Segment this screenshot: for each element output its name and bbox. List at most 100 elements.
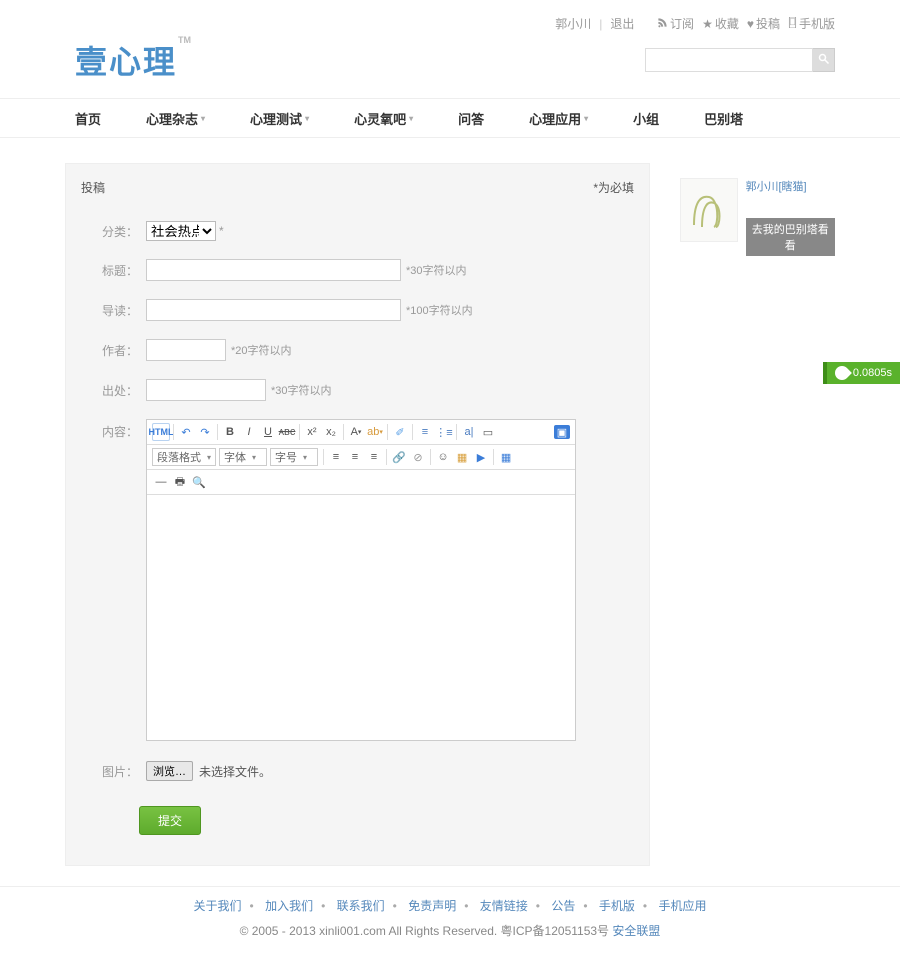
subscript-button[interactable]: x₂ — [322, 423, 340, 441]
browse-file-button[interactable]: 浏览… — [146, 761, 193, 781]
emoticon-button[interactable]: ☺ — [434, 448, 452, 466]
nav-test[interactable]: 心理测试▾ — [250, 109, 309, 128]
unordered-list-button[interactable]: ⋮≡ — [435, 423, 453, 441]
star-icon: ★ — [702, 17, 713, 31]
mobile-label: 手机版 — [799, 15, 835, 32]
unlink-button[interactable]: ⊘ — [409, 448, 427, 466]
favorite-link[interactable]: ★收藏 — [702, 15, 739, 32]
remove-format-button[interactable]: ✐ — [391, 423, 409, 441]
ordered-list-button[interactable]: ≡ — [416, 423, 434, 441]
author-label: 作者： — [101, 342, 146, 359]
chevron-down-icon: ▾ — [305, 114, 309, 123]
headline-hint: *30字符以内 — [406, 262, 467, 278]
video-button[interactable]: ▶ — [472, 448, 490, 466]
nav-apps[interactable]: 心理应用▾ — [529, 109, 588, 128]
nav-babel[interactable]: 巴别塔 — [704, 109, 743, 128]
toolbar-divider — [430, 449, 431, 465]
security-link[interactable]: 安全联盟 — [612, 924, 660, 938]
editor-toolbar-1: HTML ↶ ↷ B I U ᴀʙᴄ x² x₂ A▾ ab▾ ✐ — [147, 420, 575, 445]
link-button[interactable]: 🔗 — [390, 448, 408, 466]
user-card: 郭小川[瞎猫] 去我的巴别塔看看 — [680, 178, 835, 256]
submit-button[interactable]: 提交 — [139, 806, 201, 835]
nav-oxygen[interactable]: 心灵氧吧▾ — [354, 109, 413, 128]
image-button[interactable]: ▦ — [453, 448, 471, 466]
top-bar: 郭小川 | 退出 订阅 ★收藏 ♥投稿 手机版 — [0, 0, 900, 32]
footer-links: 关于我们• 加入我们• 联系我们• 免责声明• 友情链接• 公告• 手机版• 手… — [0, 897, 900, 914]
page-break-button[interactable]: ▭ — [479, 423, 497, 441]
headline-input[interactable] — [146, 259, 401, 281]
footer-friendlinks[interactable]: 友情链接 — [480, 899, 528, 913]
separator: | — [599, 17, 602, 31]
hr-button[interactable]: — — [152, 473, 170, 491]
submission-form-panel: 投稿 *为必填 分类： 社会热点 * 标题： *30字符以内 导读： *100字… — [65, 163, 650, 866]
site-logo[interactable]: 壹心理TM — [75, 37, 177, 83]
toolbar-divider — [217, 424, 218, 440]
leaf-icon — [832, 363, 852, 383]
toolbar-divider — [386, 449, 387, 465]
footer-notice[interactable]: 公告 — [551, 899, 575, 913]
font-color-button[interactable]: A▾ — [347, 423, 365, 441]
nav-magazine-label: 心理杂志 — [146, 109, 198, 128]
contribute-link[interactable]: ♥投稿 — [747, 15, 780, 32]
sidebar-username-link[interactable]: 郭小川[瞎猫] — [746, 181, 807, 193]
redo-button[interactable]: ↷ — [196, 423, 214, 441]
toolbar-divider — [299, 424, 300, 440]
nav-group[interactable]: 小组 — [633, 109, 659, 128]
logo-text: 壹心理 — [75, 44, 177, 80]
source-input[interactable] — [146, 379, 266, 401]
preview-button[interactable]: 🔍 — [190, 473, 208, 491]
profile-button[interactable]: 去我的巴别塔看看 — [746, 218, 836, 256]
mobile-link[interactable]: 手机版 — [788, 15, 835, 32]
toolbar-divider — [493, 449, 494, 465]
file-status: 未选择文件。 — [199, 763, 271, 780]
content-label: 内容： — [101, 419, 146, 741]
contribute-label: 投稿 — [756, 15, 780, 32]
category-select[interactable]: 社会热点 — [146, 221, 216, 241]
html-source-button[interactable]: HTML — [152, 423, 170, 441]
table-button[interactable]: ▦ — [497, 448, 515, 466]
print-button[interactable]: 🖶 — [171, 473, 189, 491]
align-right-button[interactable]: ≡ — [365, 448, 383, 466]
nav-qa[interactable]: 问答 — [458, 109, 484, 128]
nav-magazine[interactable]: 心理杂志▾ — [146, 109, 205, 128]
toolbar-divider — [323, 449, 324, 465]
intro-input[interactable] — [146, 299, 401, 321]
align-center-button[interactable]: ≡ — [346, 448, 364, 466]
editor-content-area[interactable] — [147, 495, 575, 740]
nav-home[interactable]: 首页 — [75, 109, 101, 128]
superscript-button[interactable]: x² — [303, 423, 321, 441]
align-left-button[interactable]: ≡ — [327, 448, 345, 466]
search-icon — [818, 53, 830, 65]
text-direction-button[interactable]: a| — [460, 423, 478, 441]
bold-button[interactable]: B — [221, 423, 239, 441]
toolbar-divider — [412, 424, 413, 440]
footer-join[interactable]: 加入我们 — [265, 899, 313, 913]
footer-disclaimer[interactable]: 免责声明 — [408, 899, 456, 913]
undo-button[interactable]: ↶ — [177, 423, 195, 441]
search-box — [645, 48, 835, 72]
category-label: 分类： — [101, 223, 146, 240]
timing-value: 0.0805s — [853, 367, 892, 379]
toolbar-divider — [343, 424, 344, 440]
avatar-image — [684, 185, 734, 235]
rss-link[interactable]: 订阅 — [657, 15, 694, 32]
footer: 关于我们• 加入我们• 联系我们• 免责声明• 友情链接• 公告• 手机版• 手… — [0, 886, 900, 969]
strike-button[interactable]: ᴀʙᴄ — [278, 423, 296, 441]
italic-button[interactable]: I — [240, 423, 258, 441]
paragraph-format-select[interactable]: 段落格式▾ — [152, 448, 216, 466]
footer-mobileapp[interactable]: 手机应用 — [658, 899, 706, 913]
footer-contact[interactable]: 联系我们 — [337, 899, 385, 913]
logout-link[interactable]: 退出 — [610, 15, 634, 32]
bg-color-button[interactable]: ab▾ — [366, 423, 384, 441]
font-size-select[interactable]: 字号▾ — [270, 448, 318, 466]
footer-mobile[interactable]: 手机版 — [599, 899, 635, 913]
avatar[interactable] — [680, 178, 738, 242]
font-family-select[interactable]: 字体▾ — [219, 448, 267, 466]
fullscreen-button[interactable]: ▣ — [554, 425, 570, 439]
author-input[interactable] — [146, 339, 226, 361]
search-input[interactable] — [645, 48, 813, 72]
username-link[interactable]: 郭小川 — [555, 15, 591, 32]
underline-button[interactable]: U — [259, 423, 277, 441]
footer-about[interactable]: 关于我们 — [194, 899, 242, 913]
search-button[interactable] — [813, 48, 835, 72]
